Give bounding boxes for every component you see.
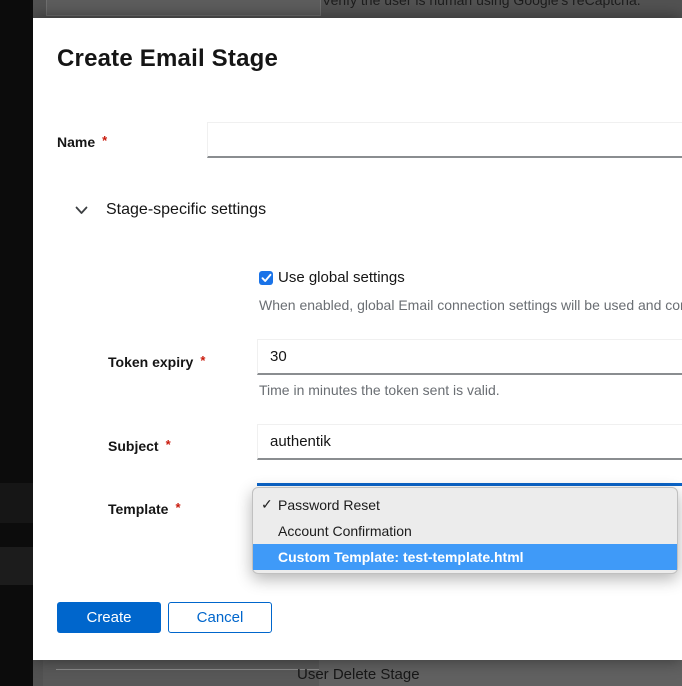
backdrop-row-stage-name: User Delete Stage bbox=[297, 666, 420, 683]
chevron-down-icon bbox=[75, 206, 88, 215]
option-custom-template[interactable]: Custom Template: test-template.html bbox=[253, 544, 677, 570]
create-button[interactable]: Create bbox=[57, 602, 161, 633]
backdrop-table-cell bbox=[46, 0, 321, 16]
screen: Verify the user is human using Google's … bbox=[0, 0, 682, 686]
backdrop-row-description: Verify the user is human using Google's … bbox=[322, 0, 641, 8]
backdrop-bottom-band: User Delete Stage bbox=[0, 660, 682, 686]
backdrop-row-divider bbox=[56, 669, 319, 670]
subject-label: Subject* bbox=[108, 438, 171, 454]
option-password-reset[interactable]: ✓ Password Reset bbox=[253, 492, 677, 518]
subject-input[interactable] bbox=[257, 424, 682, 460]
checkbox-label: Use global settings bbox=[278, 269, 405, 286]
backdrop-table-cell bbox=[43, 660, 319, 686]
required-asterisk: * bbox=[200, 353, 205, 368]
token-expiry-label: Token expiry* bbox=[108, 354, 205, 370]
stage-settings-group-toggle[interactable]: Stage-specific settings bbox=[75, 201, 266, 219]
required-asterisk: * bbox=[166, 437, 171, 452]
group-header-label: Stage-specific settings bbox=[106, 201, 266, 219]
app-sidebar bbox=[0, 0, 33, 686]
required-asterisk: * bbox=[175, 500, 180, 515]
checkbox-checked[interactable] bbox=[259, 271, 273, 285]
check-icon: ✓ bbox=[261, 496, 273, 513]
check-icon bbox=[261, 273, 272, 283]
token-expiry-help-text: Time in minutes the token sent is valid. bbox=[259, 382, 682, 398]
token-expiry-input[interactable] bbox=[257, 339, 682, 375]
template-label: Template* bbox=[108, 501, 181, 517]
required-asterisk: * bbox=[102, 133, 107, 148]
modal-title: Create Email Stage bbox=[57, 45, 278, 73]
name-input[interactable] bbox=[207, 122, 682, 158]
sidebar-item bbox=[0, 483, 33, 523]
template-select-popup: ✓ Password Reset Account Confirmation Cu… bbox=[252, 487, 678, 574]
use-global-settings-checkbox[interactable]: Use global settings bbox=[259, 269, 405, 286]
use-global-help-text: When enabled, global Email connection se… bbox=[259, 297, 682, 313]
cancel-button[interactable]: Cancel bbox=[168, 602, 272, 633]
name-label: Name* bbox=[57, 134, 107, 150]
backdrop-top-band: Verify the user is human using Google's … bbox=[33, 0, 682, 18]
sidebar-item bbox=[0, 547, 33, 585]
option-account-confirmation[interactable]: Account Confirmation bbox=[253, 518, 677, 544]
